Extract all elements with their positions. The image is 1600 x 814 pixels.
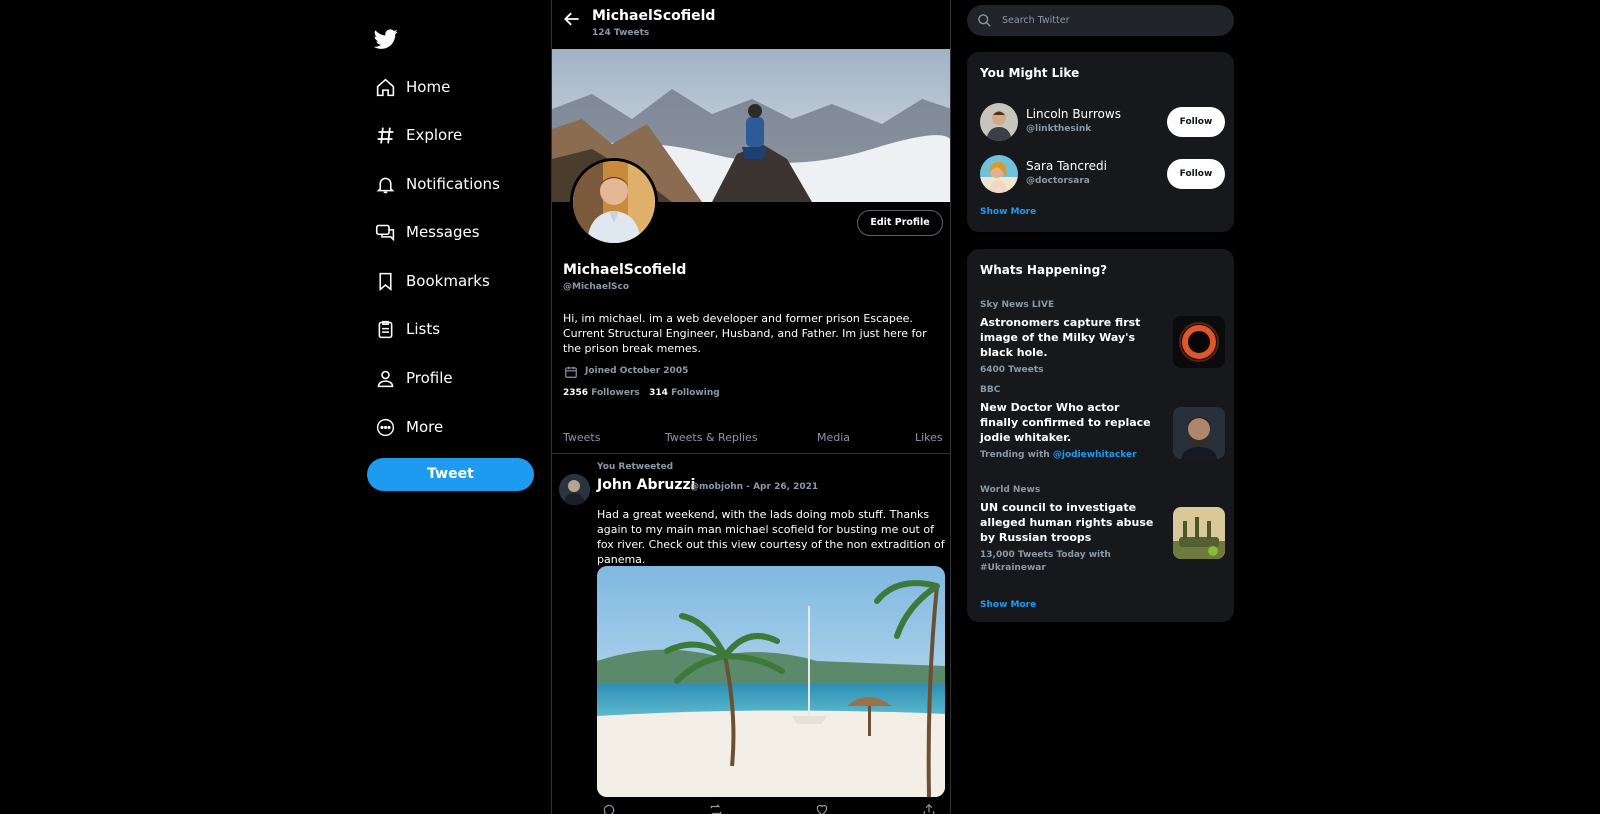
- trend-footer: 6400 Tweets: [980, 365, 1044, 375]
- person-icon: [377, 370, 394, 387]
- suggested-user-name: Sara Tancredi: [1026, 159, 1107, 173]
- calendar-icon: [565, 366, 577, 378]
- trend-source: BBC: [980, 385, 1001, 395]
- profile-column: MichaelScofield 124 Tweets Edit Profile …: [551, 0, 951, 814]
- whats-happening-card: Whats Happening? Sky News LIVE Astronome…: [967, 249, 1234, 622]
- you-might-like-title: You Might Like: [980, 66, 1080, 80]
- you-might-like-card: You Might Like Lincoln Burrows @linkthes…: [967, 52, 1234, 232]
- tab-tweets-replies[interactable]: Tweets & Replies: [665, 431, 758, 444]
- reply-icon[interactable]: [602, 802, 616, 814]
- profile-joined-date: Joined October 2005: [585, 366, 689, 376]
- tab-media[interactable]: Media: [817, 431, 850, 444]
- bell-icon: [376, 177, 395, 193]
- nav-bookmarks[interactable]: Bookmarks: [375, 264, 535, 298]
- trend-item[interactable]: Sky News LIVE Astronomers capture first …: [980, 300, 1225, 377]
- trend-item[interactable]: World News UN council to investigate all…: [980, 485, 1225, 575]
- whats-happening-title: Whats Happening?: [980, 263, 1108, 277]
- header-tweet-count: 124 Tweets: [592, 28, 650, 38]
- tweet-actions: [597, 802, 945, 814]
- share-icon[interactable]: [922, 802, 936, 814]
- twitter-bird-icon[interactable]: [374, 27, 398, 51]
- followers-label: Followers: [591, 388, 640, 398]
- nav-bookmarks-label: Bookmarks: [406, 272, 490, 290]
- more-circle-icon: [376, 418, 395, 436]
- tweet-author-avatar[interactable]: [559, 474, 590, 505]
- suggested-user-row[interactable]: Sara Tancredi @doctorsara Follow: [980, 155, 1225, 193]
- nav-home[interactable]: Home: [375, 70, 535, 104]
- tweet-meta: @mobjohn - Apr 26, 2021: [690, 482, 819, 492]
- home-icon: [376, 78, 395, 96]
- tab-tweets[interactable]: Tweets: [563, 431, 600, 444]
- nav-lists[interactable]: Lists: [375, 312, 535, 346]
- trend-item[interactable]: BBC New Doctor Who actor finally confirm…: [980, 385, 1225, 462]
- back-arrow-icon[interactable]: [562, 9, 582, 29]
- suggested-user-row[interactable]: Lincoln Burrows @linkthesink Follow: [980, 103, 1225, 141]
- show-more-link[interactable]: Show More: [980, 600, 1036, 610]
- suggested-user-avatar[interactable]: [980, 103, 1018, 141]
- like-icon[interactable]: [815, 802, 829, 814]
- followers-link[interactable]: 2356 Followers: [563, 388, 640, 398]
- suggested-user-handle: @doctorsara: [1026, 176, 1090, 186]
- nav-notifications[interactable]: Notifications: [375, 167, 535, 201]
- show-more-link[interactable]: Show More: [980, 207, 1036, 217]
- trend-image[interactable]: [1173, 407, 1225, 459]
- trend-image[interactable]: [1173, 507, 1225, 559]
- nav-explore-label: Explore: [406, 126, 463, 144]
- trend-headline: UN council to investigate alleged human …: [980, 501, 1154, 544]
- profile-handle: @MichaelSco: [563, 282, 630, 292]
- nav-profile-label: Profile: [406, 369, 453, 387]
- retweet-icon[interactable]: [709, 802, 723, 814]
- tweet-text: Had a great weekend, with the lads doing…: [597, 508, 945, 566]
- followers-count: 2356: [563, 388, 589, 398]
- suggested-user-avatar[interactable]: [980, 155, 1018, 193]
- tab-likes[interactable]: Likes: [915, 431, 943, 444]
- left-sidebar: Home Explore Notifications Messages Book…: [367, 0, 537, 814]
- list-icon: [378, 320, 393, 338]
- profile-name: MichaelScofield: [563, 262, 687, 278]
- follow-button[interactable]: Follow: [1167, 159, 1225, 189]
- following-label: Following: [671, 388, 720, 398]
- profile-header-bar: MichaelScofield 124 Tweets: [552, 0, 950, 49]
- trend-headline: Astronomers capture first image of the M…: [980, 316, 1141, 359]
- profile-avatar[interactable]: [570, 158, 658, 246]
- nav-more[interactable]: More: [375, 410, 535, 444]
- nav-explore[interactable]: Explore: [375, 118, 535, 152]
- follow-button[interactable]: Follow: [1167, 107, 1225, 137]
- tweet-card[interactable]: You Retweeted John Abruzzi @mobjohn - Ap…: [552, 455, 950, 814]
- nav-messages[interactable]: Messages: [375, 215, 535, 249]
- suggested-user-handle: @linkthesink: [1026, 124, 1092, 134]
- trend-footer: 13,000 Tweets Today with #Ukrainewar: [980, 550, 1111, 573]
- edit-profile-button[interactable]: Edit Profile: [857, 210, 943, 236]
- trend-mention-link[interactable]: @jodiewhitacker: [1053, 450, 1137, 460]
- search-icon: [978, 14, 991, 27]
- retweet-note: You Retweeted: [597, 462, 674, 472]
- hashtag-icon: [377, 127, 394, 143]
- suggested-user-name: Lincoln Burrows: [1026, 107, 1121, 121]
- following-link[interactable]: 314 Following: [649, 388, 720, 398]
- trend-footer: Trending with @jodiewhitacker: [980, 449, 1160, 462]
- profile-follow-stats: 2356 Followers 314 Following: [563, 388, 720, 398]
- trend-headline: New Doctor Who actor finally confirmed t…: [980, 401, 1151, 444]
- header-profile-name: MichaelScofield: [592, 8, 716, 24]
- nav-home-label: Home: [406, 78, 451, 96]
- nav-lists-label: Lists: [406, 320, 441, 338]
- messages-icon: [375, 224, 395, 241]
- tweet-author-name[interactable]: John Abruzzi: [597, 477, 695, 493]
- trend-source: World News: [980, 485, 1041, 495]
- nav-profile[interactable]: Profile: [375, 361, 535, 395]
- bookmark-icon: [379, 272, 392, 291]
- tweet-button[interactable]: Tweet: [367, 458, 534, 491]
- profile-tabs: Tweets Tweets & Replies Media Likes: [552, 426, 950, 454]
- search-bar[interactable]: [967, 5, 1234, 36]
- nav-notifications-label: Notifications: [406, 175, 500, 193]
- trend-footer-prefix: Trending with: [980, 450, 1053, 460]
- search-input[interactable]: [1002, 15, 1234, 26]
- trend-image[interactable]: [1173, 316, 1225, 368]
- trend-source: Sky News LIVE: [980, 300, 1055, 310]
- nav-more-label: More: [406, 418, 444, 436]
- following-count: 314: [649, 388, 668, 398]
- tweet-media-image[interactable]: [597, 566, 945, 797]
- nav-messages-label: Messages: [406, 223, 480, 241]
- profile-bio: Hi, im michael. im a web developer and f…: [563, 312, 927, 355]
